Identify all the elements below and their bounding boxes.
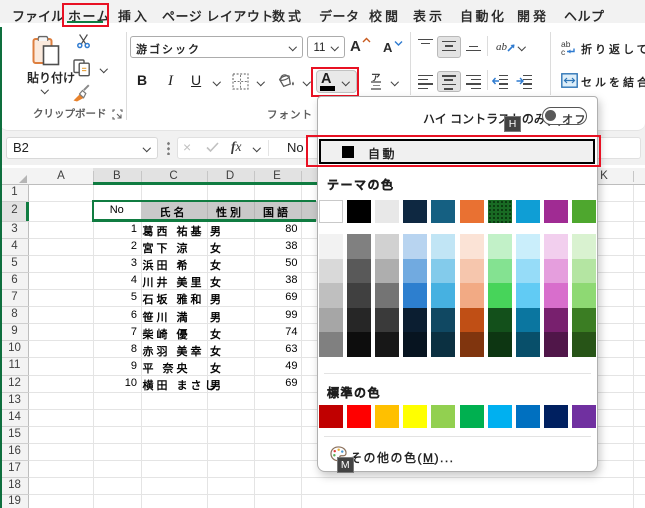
svg-text:ab: ab [496, 41, 508, 53]
